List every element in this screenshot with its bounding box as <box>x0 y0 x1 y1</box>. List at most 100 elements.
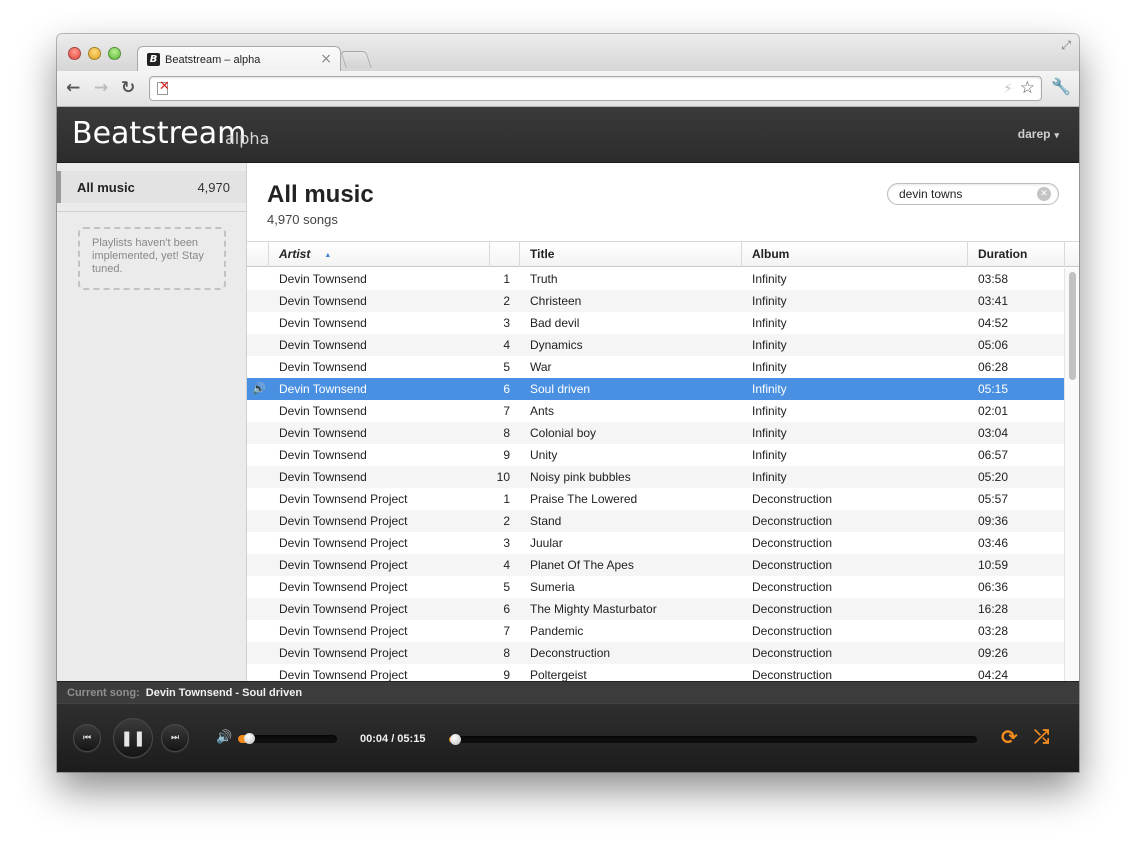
cell-album: Infinity <box>752 448 787 462</box>
cell-title: Pandemic <box>530 624 584 638</box>
repeat-icon[interactable]: ⟳ <box>1001 726 1018 748</box>
volume-icon[interactable]: 🔊 <box>216 730 232 746</box>
cell-title: The Mighty Masturbator <box>530 602 657 616</box>
table-row[interactable]: Devin Townsend 3 Bad devil Infinity 04:52 <box>247 312 1064 334</box>
close-tab-icon[interactable]: × <box>320 52 332 66</box>
cell-album: Deconstruction <box>752 668 833 681</box>
cell-title: Poltergeist <box>530 668 587 681</box>
column-header-title[interactable]: Title <box>519 242 741 267</box>
previous-icon: ⏮ <box>82 733 92 743</box>
window-minimize-button[interactable] <box>88 47 101 60</box>
cell-artist: Devin Townsend Project <box>279 558 408 572</box>
cell-artist: Devin Townsend <box>279 404 367 418</box>
seek-bar[interactable] <box>449 734 977 745</box>
cell-album: Infinity <box>752 470 787 484</box>
browser-tab[interactable]: B Beatstream – alpha × <box>137 46 341 72</box>
search-input[interactable] <box>899 186 1034 202</box>
browser-window: B Beatstream – alpha × ⤢ ← → ↻ ✕ ⚡ ☆ 🔧 B… <box>57 34 1079 772</box>
cell-artist: Devin Townsend Project <box>279 514 408 528</box>
table-row[interactable]: 🔊 Devin Townsend 6 Soul driven Infinity 05:15 <box>247 378 1064 400</box>
table-row[interactable]: Devin Townsend 10 Noisy pink bubbles Infini… <box>247 466 1064 488</box>
search-box: ✕ <box>887 183 1059 205</box>
cell-track: 7 <box>503 404 510 418</box>
table-row[interactable]: Devin Townsend 5 War Infinity 06:28 <box>247 356 1064 378</box>
cell-title: Unity <box>530 448 558 462</box>
volume-slider-handle[interactable] <box>243 733 255 744</box>
sidebar-item-all-music[interactable]: All music 4,970 <box>57 171 246 203</box>
address-bar[interactable]: ✕ ⚡ ☆ <box>149 76 1042 101</box>
table-row[interactable]: Devin Townsend 9 Unity Infinity 06:57 <box>247 444 1064 466</box>
next-button[interactable]: ⏭ <box>161 724 189 752</box>
cell-track: 3 <box>503 536 510 550</box>
sort-ascending-icon: ▲ <box>324 252 332 259</box>
column-header-duration[interactable]: Duration <box>967 242 1064 267</box>
column-header-album[interactable]: Album <box>741 242 967 267</box>
cell-duration: 03:04 <box>978 426 1009 440</box>
table-row[interactable]: Devin Townsend Project 6 The Mighty Mastur… <box>247 598 1064 620</box>
bookmark-star-icon[interactable]: ☆ <box>1020 79 1035 98</box>
reload-icon[interactable]: ↻ <box>121 79 135 97</box>
cell-title: Ants <box>530 404 555 418</box>
app-subtitle: alpha <box>225 129 270 148</box>
shuffle-icon[interactable]: ⤮ <box>1034 726 1049 748</box>
table-row[interactable]: Devin Townsend Project 2 Stand Deconstructi… <box>247 510 1064 532</box>
forward-icon[interactable]: → <box>94 79 108 97</box>
cell-album: Deconstruction <box>752 514 833 528</box>
cell-track: 9 <box>503 668 510 681</box>
cell-track: 6 <box>503 382 510 396</box>
table-row[interactable]: Devin Townsend 7 Ants Infinity 02:01 <box>247 400 1064 422</box>
table-row[interactable]: Devin Townsend Project 9 Poltergeist Decons… <box>247 664 1064 681</box>
table-row[interactable]: Devin Townsend 1 Truth Infinity 03:58 <box>247 268 1064 290</box>
table-row[interactable]: Devin Townsend Project 1 Praise The Lowere… <box>247 488 1064 510</box>
next-icon: ⏭ <box>170 733 180 743</box>
scrollbar-thumb[interactable] <box>1069 272 1076 380</box>
window-close-button[interactable] <box>68 47 81 60</box>
wrench-menu-icon[interactable]: 🔧 <box>1051 78 1071 96</box>
cell-album: Infinity <box>752 360 787 374</box>
table-row[interactable]: Devin Townsend Project 5 Sumeria Deconstruc… <box>247 576 1064 598</box>
column-header-track[interactable] <box>489 242 519 267</box>
cell-track: 8 <box>503 426 510 440</box>
cell-album: Deconstruction <box>752 646 833 660</box>
column-header-artist[interactable]: Artist ▲ <box>268 242 489 267</box>
fullscreen-icon[interactable]: ⤢ <box>1061 39 1071 51</box>
table-row[interactable]: Devin Townsend Project 3 Juular Deconstruct… <box>247 532 1064 554</box>
cell-title: Dynamics <box>530 338 583 352</box>
app-title[interactable]: Beatstream <box>72 117 246 151</box>
table-row[interactable]: Devin Townsend Project 8 Deconstruction Dec… <box>247 642 1064 664</box>
cell-album: Infinity <box>752 404 787 418</box>
table-row[interactable]: Devin Townsend Project 7 Pandemic Deconstru… <box>247 620 1064 642</box>
speaker-icon: 🔊 <box>252 382 266 395</box>
cell-artist: Devin Townsend <box>279 426 367 440</box>
cell-album: Infinity <box>752 272 787 286</box>
new-tab-button[interactable] <box>340 51 372 68</box>
cell-artist: Devin Townsend <box>279 360 367 374</box>
sidebar-item-label: All music <box>77 180 135 195</box>
window-maximize-button[interactable] <box>108 47 121 60</box>
table-row[interactable]: Devin Townsend 4 Dynamics Infinity 05:06 <box>247 334 1064 356</box>
back-icon[interactable]: ← <box>66 79 80 97</box>
previous-button[interactable]: ⏮ <box>73 724 101 752</box>
cell-artist: Devin Townsend Project <box>279 668 408 681</box>
page-title: All music <box>267 181 374 208</box>
column-header-label: Album <box>752 247 790 261</box>
column-header-spacer <box>1064 242 1079 267</box>
table-row[interactable]: Devin Townsend 8 Colonial boy Infinity 03:04 <box>247 422 1064 444</box>
pause-icon: ❚❚ <box>120 729 146 747</box>
table-row[interactable]: Devin Townsend Project 4 Planet Of The Ape… <box>247 554 1064 576</box>
clear-search-icon[interactable]: ✕ <box>1037 187 1051 201</box>
scrollbar[interactable] <box>1064 268 1079 681</box>
seek-bar-handle[interactable] <box>449 734 461 745</box>
bolt-icon[interactable]: ⚡ <box>1003 81 1013 97</box>
browser-titlebar: B Beatstream – alpha × ⤢ <box>57 34 1079 72</box>
user-menu[interactable]: darep ▾ <box>1018 126 1059 143</box>
cell-album: Infinity <box>752 338 787 352</box>
cell-artist: Devin Townsend <box>279 272 367 286</box>
cell-album: Deconstruction <box>752 536 833 550</box>
cell-track: 10 <box>496 470 510 484</box>
cell-duration: 09:36 <box>978 514 1009 528</box>
table-row[interactable]: Devin Townsend 2 Christeen Infinity 03:41 <box>247 290 1064 312</box>
volume-slider[interactable] <box>238 733 337 744</box>
cell-duration: 05:15 <box>978 382 1009 396</box>
pause-button[interactable]: ❚❚ <box>113 718 153 758</box>
